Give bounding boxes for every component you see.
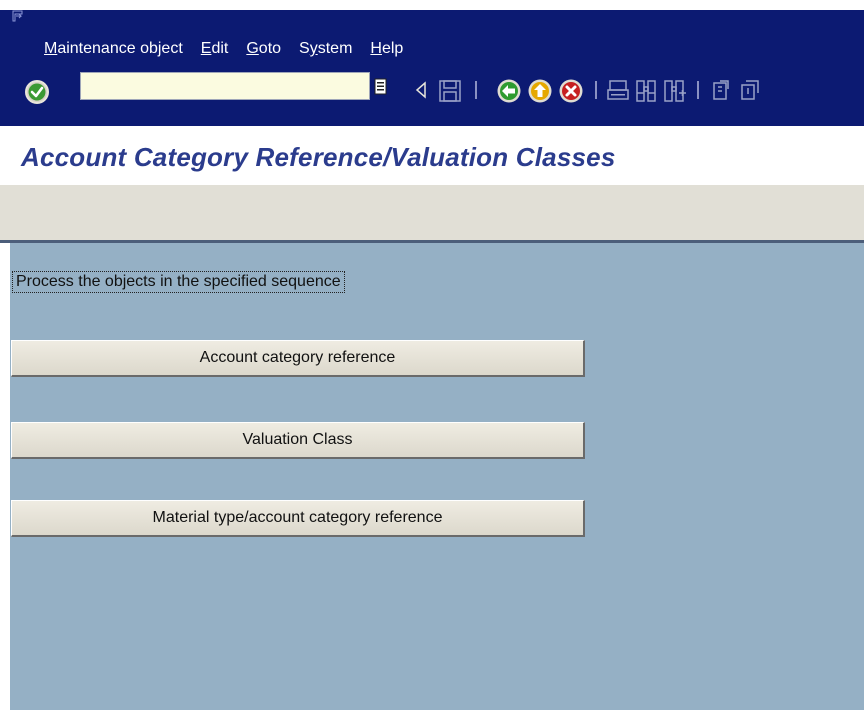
back-arrow-icon[interactable]: [414, 81, 428, 99]
menu-bar: Maintenance object Edit Goto System Help: [0, 10, 864, 66]
previous-page-icon[interactable]: [738, 79, 762, 103]
main-area: Process the objects in the specified seq…: [10, 243, 864, 710]
valuation-class-button[interactable]: Valuation Class: [11, 422, 585, 459]
material-type-account-category-reference-button[interactable]: Material type/account category reference: [11, 500, 585, 537]
menu-edit-label: dit: [211, 40, 229, 57]
exit-icon[interactable]: [527, 78, 553, 104]
green-back-icon[interactable]: [496, 78, 522, 104]
account-category-reference-button[interactable]: Account category reference: [11, 340, 585, 377]
standard-toolbar: [0, 66, 864, 126]
menu-goto-label: oto: [258, 40, 282, 57]
menu-edit[interactable]: Edit: [201, 38, 229, 60]
application-toolbar: [0, 184, 864, 241]
left-border: [0, 243, 10, 710]
menu-system-label-end: stem: [317, 40, 353, 57]
page-title: Account Category Reference/Valuation Cla…: [21, 142, 616, 172]
menu-maintenance-object-label: aintenance object: [57, 40, 183, 57]
system-menu-icon[interactable]: [12, 10, 24, 22]
save-icon[interactable]: [438, 79, 462, 103]
menu-system[interactable]: System: [299, 38, 352, 60]
instruction-text: Process the objects in the specified seq…: [12, 271, 345, 293]
enter-icon[interactable]: [24, 79, 50, 105]
menu-help[interactable]: Help: [370, 38, 403, 60]
menu-goto[interactable]: Goto: [246, 38, 281, 60]
menu-items: Maintenance object Edit Goto System Help: [44, 38, 421, 60]
menu-system-label-start: S: [299, 40, 310, 57]
cancel-icon[interactable]: [558, 78, 584, 104]
menu-help-label: elp: [381, 40, 404, 57]
sap-window: Maintenance object Edit Goto System Help: [0, 0, 864, 710]
print-icon[interactable]: [606, 79, 630, 103]
find-next-icon[interactable]: [662, 79, 688, 103]
command-field[interactable]: [80, 72, 370, 100]
menu-maintenance-object[interactable]: Maintenance object: [44, 38, 183, 60]
find-icon[interactable]: [634, 79, 658, 103]
command-history-icon[interactable]: [374, 78, 388, 96]
title-bar: Account Category Reference/Valuation Cla…: [0, 126, 864, 185]
first-page-icon[interactable]: [710, 79, 734, 103]
